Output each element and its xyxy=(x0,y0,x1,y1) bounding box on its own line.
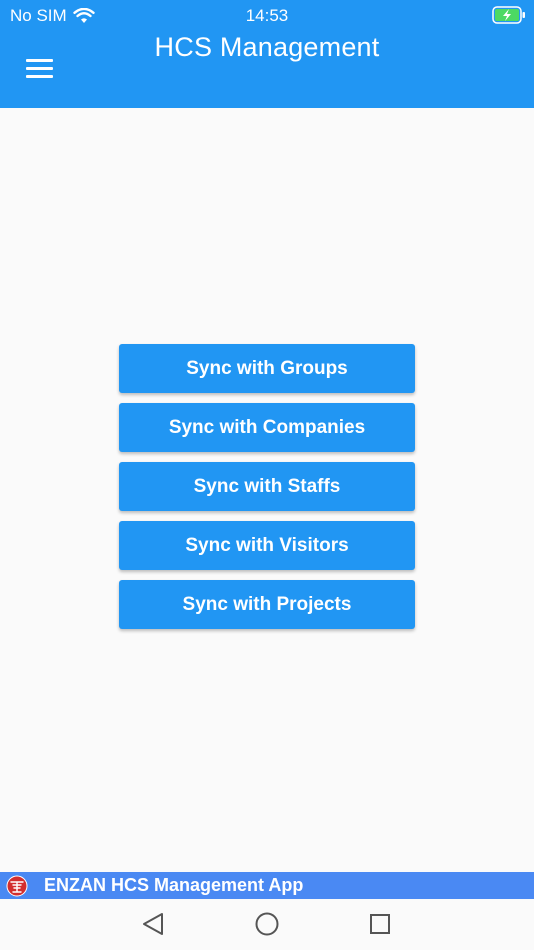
menu-bar xyxy=(26,67,53,70)
app-screen: No SIM 14:53 HCS Management Sync with Gr… xyxy=(0,0,534,950)
home-circle-icon[interactable] xyxy=(254,911,280,937)
sync-staffs-button[interactable]: Sync with Staffs xyxy=(119,462,415,511)
sync-actions: Sync with Groups Sync with Companies Syn… xyxy=(119,344,415,639)
sync-projects-button[interactable]: Sync with Projects xyxy=(119,580,415,629)
recent-square-icon[interactable] xyxy=(367,911,393,937)
app-header: No SIM 14:53 HCS Management xyxy=(0,0,534,108)
sync-visitors-button[interactable]: Sync with Visitors xyxy=(119,521,415,570)
page-title: HCS Management xyxy=(154,32,380,62)
menu-bar xyxy=(26,75,53,78)
footer-text: ENZAN HCS Management App xyxy=(44,875,304,895)
status-time: 14:53 xyxy=(245,6,289,25)
back-triangle-icon[interactable] xyxy=(140,911,166,937)
android-nav-bar xyxy=(0,899,534,950)
battery-charging-icon xyxy=(492,6,525,24)
footer-banner: ENZAN HCS Management App xyxy=(0,872,534,899)
sync-groups-button[interactable]: Sync with Groups xyxy=(119,344,415,393)
sync-companies-button[interactable]: Sync with Companies xyxy=(119,403,415,452)
hamburger-menu-icon[interactable] xyxy=(26,59,53,79)
enzan-logo-icon xyxy=(6,875,28,896)
status-bar: No SIM 14:53 xyxy=(0,0,534,30)
menu-bar xyxy=(26,59,53,62)
